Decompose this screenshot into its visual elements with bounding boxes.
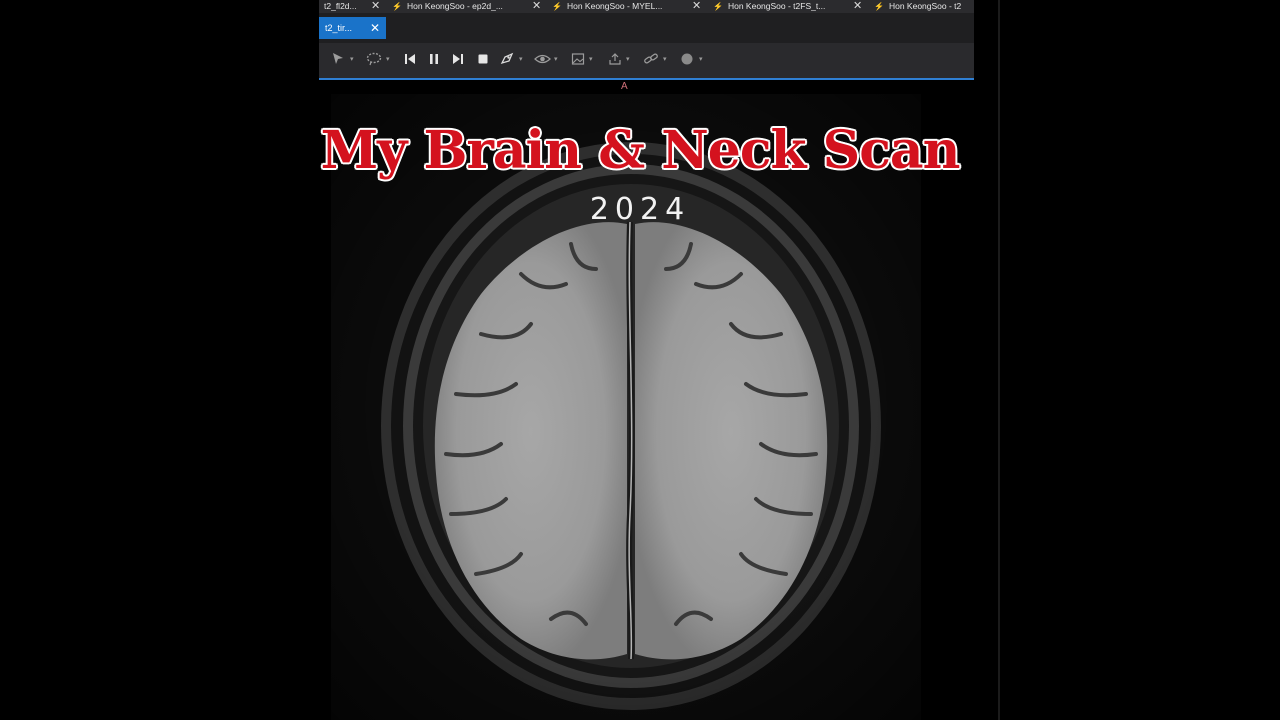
chevron-down-icon[interactable]: ▾ <box>699 55 703 63</box>
chevron-down-icon[interactable]: ▾ <box>554 55 558 63</box>
bolt-icon: ⚡ <box>874 2 884 11</box>
window-divider <box>998 0 1000 720</box>
series-tab-label: t2_tir... <box>325 23 353 33</box>
skip-back-icon[interactable] <box>403 52 417 68</box>
close-icon[interactable]: ✕ <box>370 17 380 39</box>
tab-label: Hon KeongSoo - ep2d_... <box>406 1 503 11</box>
mri-viewport[interactable] <box>331 94 921 720</box>
pause-icon[interactable] <box>427 52 441 68</box>
skip-forward-icon[interactable] <box>451 52 465 68</box>
share-icon[interactable] <box>608 52 622 68</box>
circle-icon[interactable] <box>680 52 694 68</box>
chevron-down-icon[interactable]: ▾ <box>589 55 593 63</box>
tab-2[interactable]: ⚡ Hon KeongSoo - ep2d_... <box>392 0 503 13</box>
viewer-window: t2_fl2d... ✕ ⚡ Hon KeongSoo - ep2d_... ✕ … <box>319 0 974 720</box>
brain-scan-image <box>331 94 921 720</box>
orientation-marker: A <box>621 81 628 92</box>
lasso-icon[interactable] <box>366 52 382 68</box>
close-icon[interactable]: ✕ <box>692 0 701 13</box>
rocket-icon[interactable] <box>499 52 515 68</box>
tab-label: Hon KeongSoo - t2FS_t... <box>727 1 826 11</box>
close-icon[interactable]: ✕ <box>532 0 541 13</box>
subtab-row: t2_tir... ✕ <box>319 13 974 43</box>
chevron-down-icon[interactable]: ▾ <box>350 55 354 63</box>
chevron-down-icon[interactable]: ▾ <box>626 55 630 63</box>
tab-4[interactable]: ⚡ Hon KeongSoo - t2FS_t... <box>713 0 825 13</box>
tab-strip: t2_fl2d... ✕ ⚡ Hon KeongSoo - ep2d_... ✕ … <box>319 0 974 13</box>
video-title: My Brain & Neck Scan <box>320 120 961 181</box>
tab-3[interactable]: ⚡ Hon KeongSoo - MYEL... <box>552 0 662 13</box>
tab-label: Hon KeongSoo - t2 <box>888 1 962 11</box>
chevron-down-icon[interactable]: ▾ <box>386 55 390 63</box>
bolt-icon: ⚡ <box>392 2 402 11</box>
toolbar: ▾ ▾ ▾ ▾ ▾ ▾ ▾ ▾ <box>319 43 974 80</box>
active-series-tab[interactable]: t2_tir... ✕ <box>319 17 386 39</box>
video-subtitle-year: 2024 <box>589 192 691 227</box>
chevron-down-icon[interactable]: ▾ <box>663 55 667 63</box>
tab-5[interactable]: ⚡ Hon KeongSoo - t2 <box>874 0 961 13</box>
eye-icon[interactable] <box>534 52 551 68</box>
bolt-icon: ⚡ <box>713 2 723 11</box>
pointer-icon[interactable] <box>332 52 344 68</box>
chevron-down-icon[interactable]: ▾ <box>519 55 523 63</box>
tab-label: Hon KeongSoo - MYEL... <box>566 1 663 11</box>
bolt-icon: ⚡ <box>552 2 562 11</box>
tab-label: t2_fl2d... <box>324 1 357 11</box>
stop-icon[interactable] <box>476 52 490 68</box>
tab-1[interactable]: t2_fl2d... <box>324 0 357 13</box>
close-icon[interactable]: ✕ <box>853 0 862 13</box>
image-icon[interactable] <box>571 52 585 68</box>
close-icon[interactable]: ✕ <box>371 0 380 13</box>
link-icon[interactable] <box>643 52 659 68</box>
